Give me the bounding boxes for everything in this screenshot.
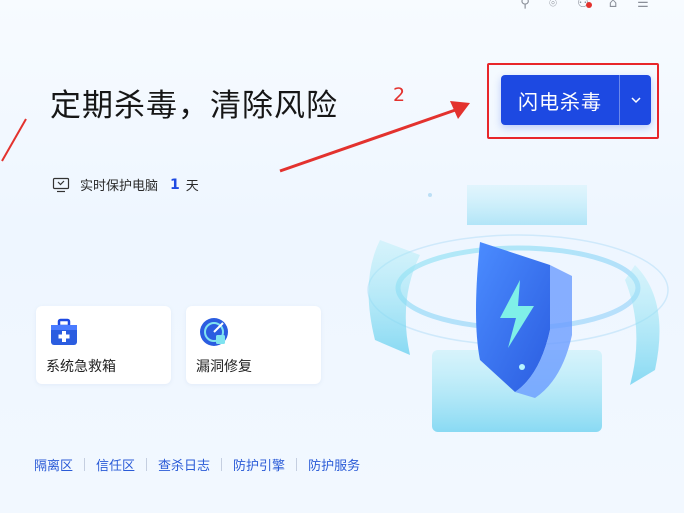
skin-icon[interactable]: ⌂ <box>604 0 622 12</box>
annotation-arrow <box>279 101 470 173</box>
protection-status: 实时保护电脑 1 天 <box>52 175 199 194</box>
scan-options-dropdown[interactable] <box>620 96 651 104</box>
shield-illustration <box>367 185 669 432</box>
tool-label: 系统急救箱 <box>46 359 116 375</box>
protection-days: 1 <box>170 176 180 193</box>
divider <box>296 458 298 471</box>
footer-links: 隔离区 信任区 查杀日志 防护引擎 防护服务 <box>34 455 360 474</box>
divider <box>146 458 148 471</box>
tool-label: 漏洞修复 <box>196 359 252 375</box>
quick-scan-label: 闪电杀毒 <box>518 89 602 114</box>
divider <box>84 458 86 471</box>
quick-scan-button[interactable]: 闪电杀毒 <box>501 75 651 125</box>
menu-icon[interactable]: ☰ <box>634 0 652 12</box>
link-protection-engine[interactable]: 防护引擎 <box>233 455 285 474</box>
annotation-arrow-fragment <box>1 118 27 162</box>
link-trust-zone[interactable]: 信任区 <box>96 455 135 474</box>
tool-vulnerability-fix[interactable]: 漏洞修复 <box>186 306 321 384</box>
notification-dot <box>586 2 592 8</box>
pin-icon[interactable]: ⚲ <box>516 0 534 12</box>
title-bar: ⚲ ⌾ ⚇ ⌂ ☰ <box>0 0 684 14</box>
vulnerability-fix-icon <box>200 318 228 346</box>
flame-icon[interactable]: ⌾ <box>544 0 562 12</box>
divider <box>221 458 223 471</box>
annotation-number: 2 <box>393 84 406 106</box>
chevron-down-icon <box>630 97 641 104</box>
link-quarantine[interactable]: 隔离区 <box>34 455 73 474</box>
monitor-shield-icon <box>52 177 70 192</box>
protection-unit: 天 <box>185 179 199 194</box>
protection-text: 实时保护电脑 <box>80 179 159 194</box>
link-scan-log[interactable]: 查杀日志 <box>158 455 210 474</box>
link-protection-service[interactable]: 防护服务 <box>308 455 360 474</box>
first-aid-kit-icon <box>51 318 77 345</box>
tool-first-aid-kit[interactable]: 系统急救箱 <box>36 306 171 384</box>
